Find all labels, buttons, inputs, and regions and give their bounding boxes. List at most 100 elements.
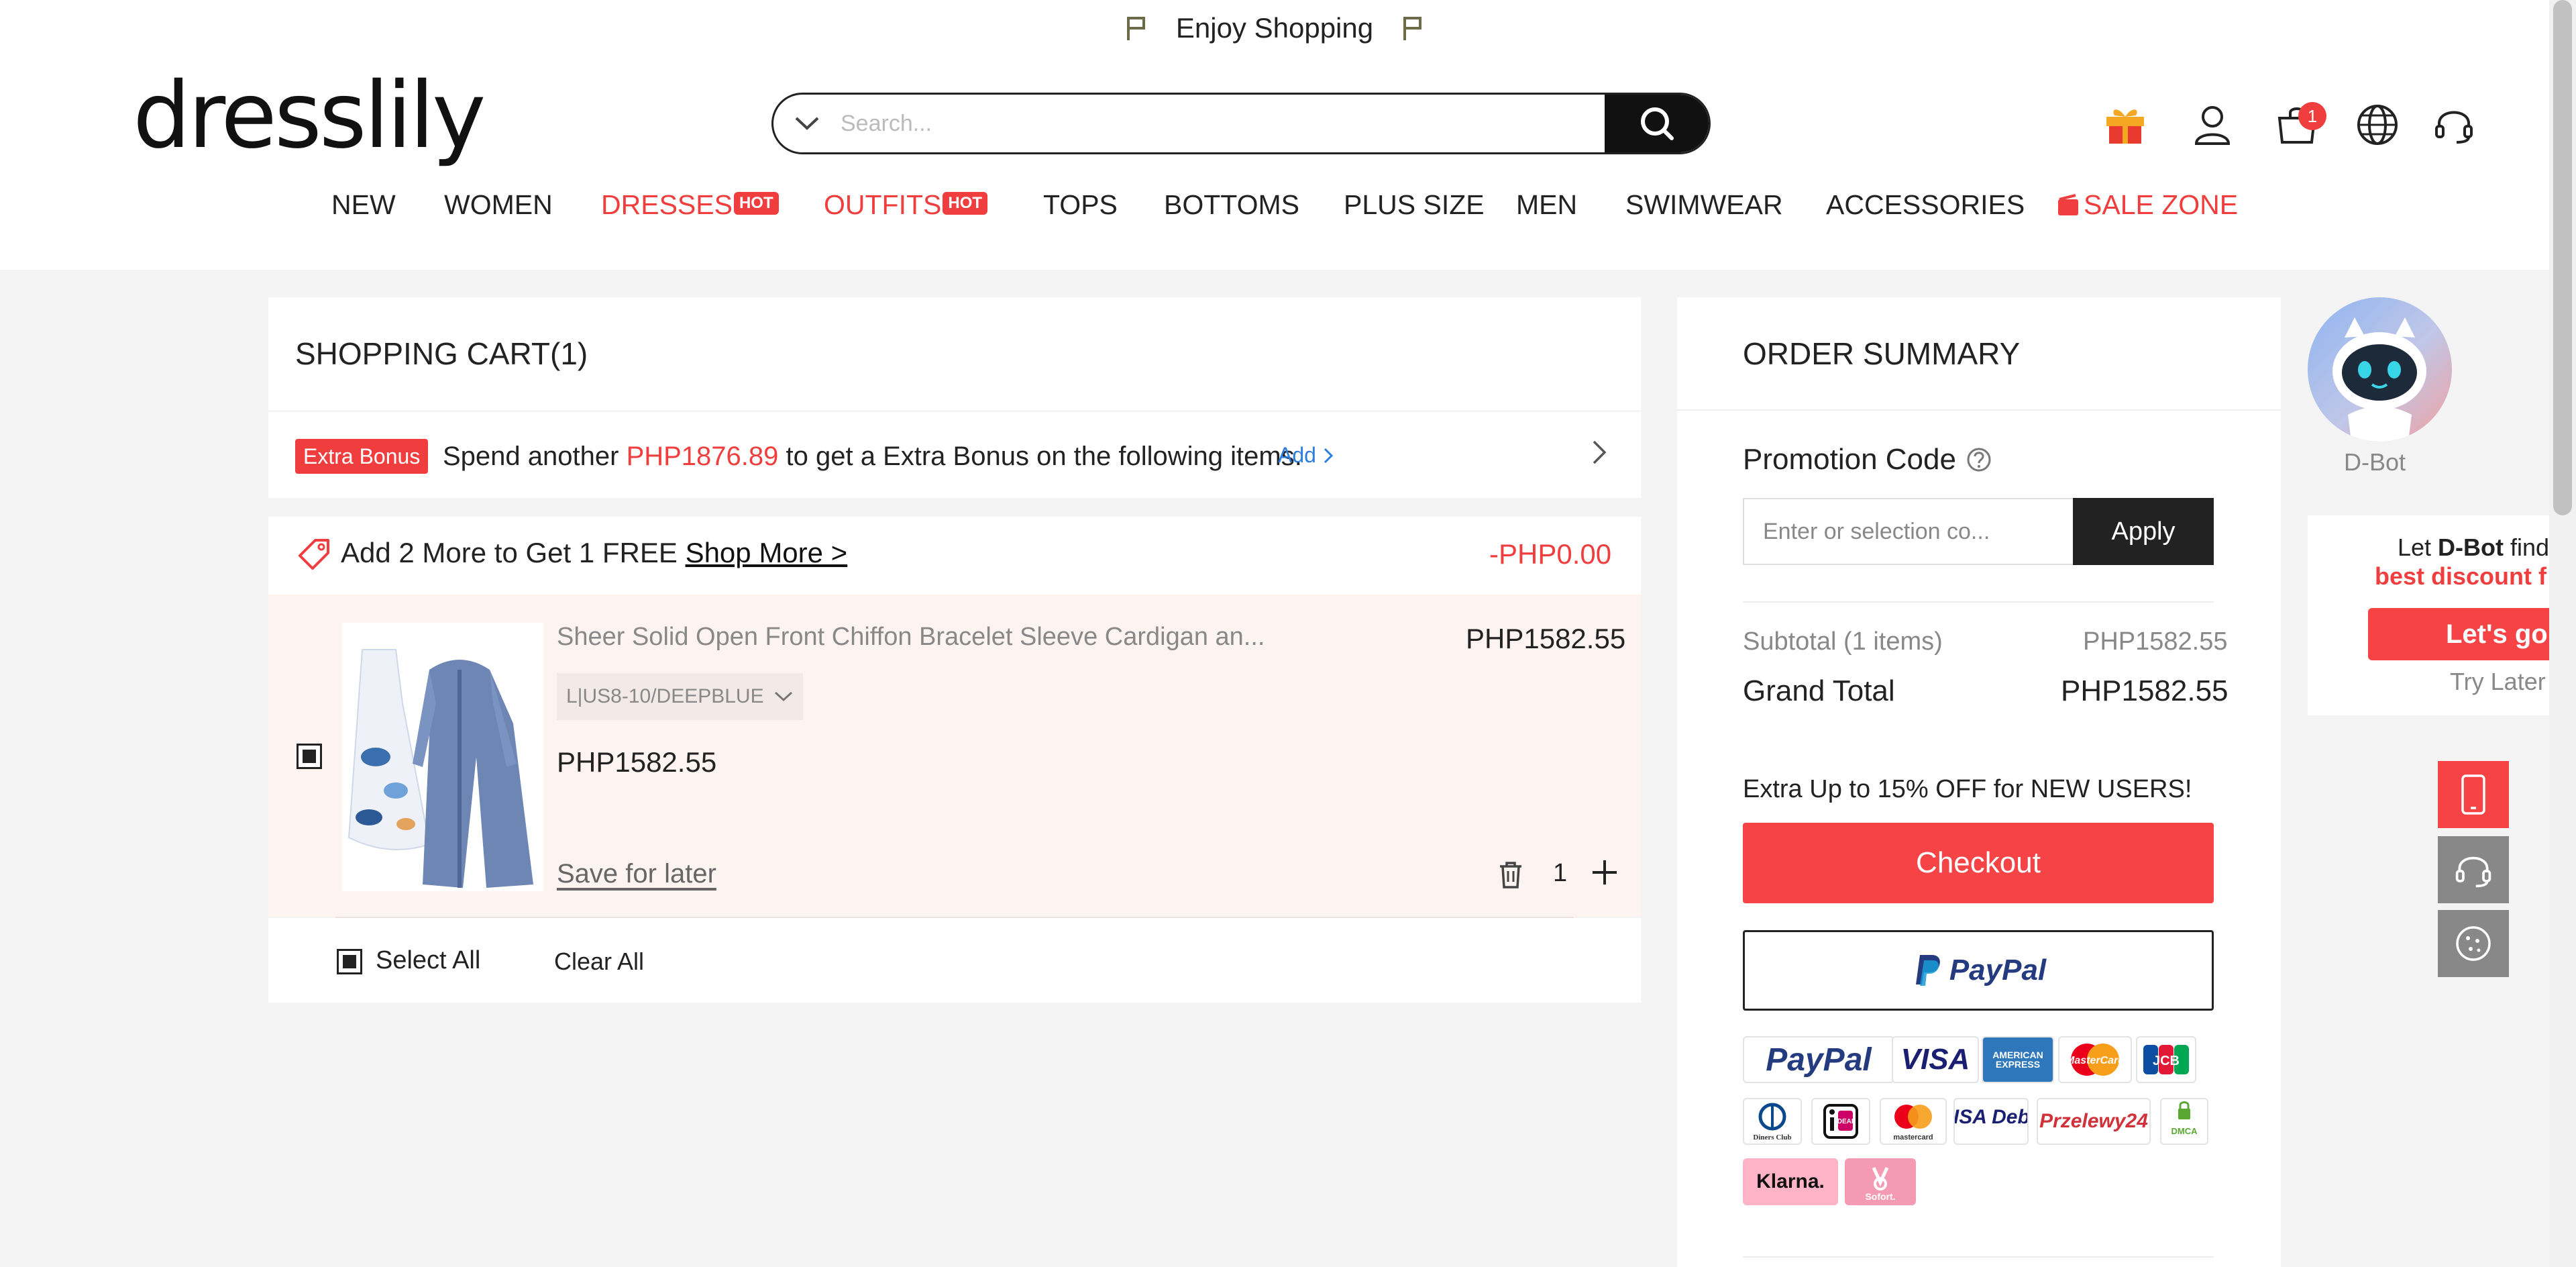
dbot-avatar[interactable] bbox=[2308, 297, 2452, 442]
nav-swimwear[interactable]: SWIMWEAR bbox=[1625, 189, 1783, 221]
save-for-later-link[interactable]: Save for later bbox=[557, 859, 716, 889]
trash-icon[interactable] bbox=[1497, 860, 1524, 890]
item-checkbox[interactable] bbox=[297, 744, 322, 769]
svg-text:MasterCard: MasterCard bbox=[2065, 1055, 2125, 1066]
checkout-button[interactable]: Checkout bbox=[1743, 823, 2214, 903]
nav-accessories[interactable]: ACCESSORIES bbox=[1826, 189, 2025, 221]
chevron-down-icon bbox=[774, 691, 792, 702]
bonus-amount: PHP1876.89 bbox=[626, 442, 779, 471]
promo-code-input[interactable] bbox=[1743, 498, 2074, 565]
summary-title: ORDER SUMMARY bbox=[1743, 336, 2021, 371]
nav-women[interactable]: WOMEN bbox=[444, 189, 553, 221]
plus-icon[interactable] bbox=[1590, 858, 1619, 887]
dbot-try-later[interactable]: Try Later bbox=[2450, 668, 2546, 696]
quantity-value[interactable]: 1 bbox=[1553, 859, 1567, 888]
cookie-icon bbox=[2456, 926, 2491, 961]
item-name[interactable]: Sheer Solid Open Front Chiffon Bracelet … bbox=[557, 623, 1265, 652]
extra-bonus-tag: Extra Bonus bbox=[295, 439, 429, 474]
hot-badge: HOT bbox=[943, 192, 988, 215]
divider bbox=[1743, 601, 2214, 603]
hot-badge: HOT bbox=[733, 192, 779, 215]
nav-men[interactable]: MEN bbox=[1516, 189, 1577, 221]
dbot-message-line1: Let D-Bot find bbox=[2398, 534, 2549, 561]
subtotal-label: Subtotal (1 items) bbox=[1743, 627, 1943, 656]
payment-ideal: iDEAL bbox=[1811, 1098, 1870, 1145]
dbot-go-button[interactable]: Let's go bbox=[2368, 608, 2549, 660]
nav-outfits[interactable]: OUTFITS HOT bbox=[824, 189, 988, 221]
bonus-text: Spend another PHP1876.89 to get a Extra … bbox=[443, 442, 1302, 471]
paypal-icon bbox=[1915, 955, 1940, 986]
payment-przelewy24: Przelewy24 bbox=[2037, 1098, 2151, 1145]
headset-icon[interactable] bbox=[2430, 101, 2478, 149]
svg-text:VISA Debit: VISA Debit bbox=[1955, 1106, 2027, 1128]
nav-sale-zone[interactable]: SALE ZONE bbox=[2055, 189, 2238, 221]
bonus-add-link[interactable]: Add bbox=[1278, 443, 1334, 468]
dmca-badge: DMCA bbox=[2160, 1098, 2208, 1145]
payment-visa: VISA bbox=[1892, 1036, 1979, 1083]
chevron-right-icon[interactable] bbox=[1590, 438, 1610, 467]
payment-visa-debit: VISA Debit bbox=[1953, 1098, 2029, 1145]
account-icon[interactable] bbox=[2188, 101, 2237, 149]
payment-mastercard: MasterCard bbox=[2058, 1036, 2132, 1083]
promo-discount: -PHP0.00 bbox=[1489, 538, 1612, 570]
phone-icon bbox=[2461, 774, 2485, 815]
divider bbox=[1677, 409, 2281, 411]
payment-sofort: Sofort. bbox=[1845, 1158, 1916, 1205]
paypal-button[interactable]: PayPal bbox=[1743, 930, 2214, 1011]
cart-count-badge: 1 bbox=[2298, 102, 2326, 130]
apply-button[interactable]: Apply bbox=[2073, 498, 2214, 565]
nav-dresses[interactable]: DRESSES HOT bbox=[601, 189, 779, 221]
flag-icon bbox=[1125, 15, 1148, 42]
grand-total-value: PHP1582.55 bbox=[2061, 674, 2229, 707]
promo-text: Add 2 More to Get 1 FREE Shop More > bbox=[341, 537, 848, 568]
main-nav: NEW WOMEN DRESSES HOT OUTFITS HOT TOPS BOT… bbox=[0, 189, 2549, 232]
site-header: Enjoy Shopping dresslily 1 NEW WOMEN DRE… bbox=[0, 0, 2549, 270]
search-input[interactable] bbox=[841, 95, 1605, 152]
select-all-checkbox[interactable] bbox=[337, 949, 362, 974]
nav-plus-size[interactable]: PLUS SIZE bbox=[1344, 189, 1485, 221]
sale-bag-icon bbox=[2058, 193, 2078, 215]
search-bar bbox=[771, 93, 1711, 154]
dbot-name: D-Bot bbox=[2344, 448, 2406, 476]
clear-all-button[interactable]: Clear All bbox=[554, 948, 644, 976]
promotion-code-label: Promotion Code bbox=[1743, 443, 1992, 476]
nav-new[interactable]: NEW bbox=[331, 189, 396, 221]
subtotal-value: PHP1582.55 bbox=[2083, 627, 2228, 656]
cart-title: SHOPPING CART(1) bbox=[295, 336, 588, 371]
mobile-app-button[interactable] bbox=[2438, 761, 2509, 828]
svg-text:iDEAL: iDEAL bbox=[1835, 1118, 1856, 1125]
flag-icon bbox=[1401, 15, 1424, 42]
dbot-message-line2: best discount f bbox=[2375, 562, 2547, 590]
chevron-down-icon[interactable] bbox=[773, 95, 841, 152]
chevron-right-icon bbox=[1324, 448, 1334, 463]
payment-diners-club: Diners Club bbox=[1743, 1098, 1802, 1145]
tag-icon bbox=[297, 537, 331, 572]
announcement-bar: Enjoy Shopping bbox=[0, 8, 2549, 48]
svg-text:Sofort.: Sofort. bbox=[1865, 1191, 1895, 1202]
help-icon[interactable] bbox=[1966, 446, 1992, 473]
payment-klarna: Klarna. bbox=[1743, 1158, 1838, 1205]
nav-tops[interactable]: TOPS bbox=[1043, 189, 1118, 221]
grand-total-label: Grand Total bbox=[1743, 674, 1895, 707]
scrollbar-thumb[interactable] bbox=[2553, 0, 2572, 515]
cookie-settings-button[interactable] bbox=[2438, 910, 2509, 977]
announcement-text: Enjoy Shopping bbox=[1175, 12, 1374, 44]
gift-icon[interactable] bbox=[2101, 101, 2149, 149]
product-image[interactable] bbox=[342, 623, 543, 891]
payment-jcb: JCB bbox=[2136, 1036, 2196, 1083]
search-icon bbox=[1640, 107, 1674, 140]
payment-amex: AMERICAN EXPRESS bbox=[1982, 1036, 2054, 1083]
globe-icon[interactable] bbox=[2353, 101, 2402, 149]
item-price: PHP1582.55 bbox=[1466, 623, 1626, 654]
svg-text:Diners Club: Diners Club bbox=[1753, 1133, 1791, 1142]
site-logo[interactable]: dresslily bbox=[133, 70, 486, 162]
select-all-label[interactable]: Select All bbox=[376, 946, 480, 975]
svg-text:JCB: JCB bbox=[2153, 1054, 2180, 1068]
payment-mastercard-debit: mastercard bbox=[1880, 1098, 1947, 1145]
search-button[interactable] bbox=[1605, 95, 1709, 152]
nav-bottoms[interactable]: BOTTOMS bbox=[1164, 189, 1299, 221]
variant-selector[interactable]: L|US8-10/DEEPBLUE bbox=[557, 673, 803, 720]
support-button[interactable] bbox=[2438, 836, 2509, 903]
divider bbox=[1743, 1256, 2214, 1258]
shop-more-link[interactable]: Shop More > bbox=[686, 537, 848, 568]
